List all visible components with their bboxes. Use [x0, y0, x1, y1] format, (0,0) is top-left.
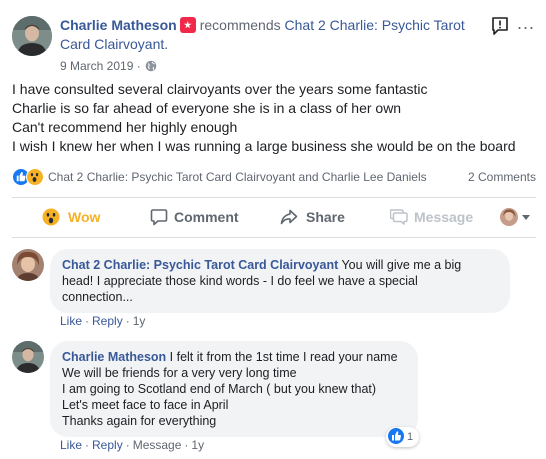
comment-item: Charlie Matheson I felt it from the 1st … — [12, 341, 536, 457]
comment-reaction-badge[interactable]: 1 — [386, 427, 420, 447]
comment-time[interactable]: 1y — [191, 438, 204, 452]
dot-separator: · — [85, 314, 90, 328]
comment-icon — [150, 209, 168, 226]
dot-separator: · — [125, 314, 130, 328]
commenter-avatar[interactable] — [12, 341, 44, 373]
post-date[interactable]: 9 March 2019 — [60, 59, 133, 73]
wow-reaction-button[interactable]: Wow — [42, 200, 122, 234]
comment-label: Comment — [174, 209, 239, 225]
post-header-text: Charlie Matheson recommends Chat 2 Charli… — [60, 16, 480, 54]
comments-count[interactable]: 2 Comments — [468, 166, 536, 188]
post-body: I have consulted several clairvoyants ov… — [12, 80, 536, 156]
post-body-line: I have consulted several clairvoyants ov… — [12, 81, 428, 97]
comment-actions: Like · Reply · Message · 1y — [60, 437, 204, 453]
post-meta: 9 March 2019 · — [60, 58, 157, 74]
comment-bubble: Charlie Matheson I felt it from the 1st … — [50, 341, 418, 437]
divider — [12, 237, 536, 238]
post-verb: recommends — [199, 17, 281, 33]
like-icon — [388, 428, 404, 444]
report-flag-icon[interactable] — [490, 16, 510, 36]
meta-separator: · — [136, 59, 141, 73]
comment-text: head! I appreciate those kind words - I … — [62, 274, 418, 288]
comment-reaction-count: 1 — [407, 431, 414, 443]
reaction-names[interactable]: Chat 2 Charlie: Psychic Tarot Card Clair… — [48, 166, 427, 188]
comment-text: connection... — [62, 290, 133, 304]
post-body-line: I wish I knew her when I was running a l… — [12, 138, 516, 154]
dot-separator: · — [184, 438, 189, 452]
post-header: Charlie Matheson recommends Chat 2 Charli… — [12, 12, 536, 76]
post-body-line: Charlie is so far ahead of everyone she … — [12, 100, 402, 116]
author-avatar[interactable] — [12, 16, 52, 56]
comment-text: We will be friends for a very very long … — [62, 366, 297, 380]
message-button[interactable]: Message — [390, 200, 490, 234]
wow-label: Wow — [68, 209, 101, 225]
comment-like-link[interactable]: Like — [60, 314, 82, 328]
share-icon — [280, 209, 298, 225]
chevron-down-icon — [522, 215, 530, 220]
wow-icon — [42, 208, 60, 226]
comment-text: Thanks again for everything — [62, 414, 217, 428]
recommend-icon — [179, 17, 196, 33]
divider — [12, 197, 536, 198]
globe-icon[interactable] — [145, 60, 157, 72]
comment-text: You will give me a big — [338, 258, 462, 272]
post-body-line: Can't recommend her highly enough — [12, 119, 238, 135]
comment-bubble: Chat 2 Charlie: Psychic Tarot Card Clair… — [50, 249, 510, 313]
reaction-icons[interactable] — [12, 168, 46, 186]
post-author-name[interactable]: Charlie Matheson — [60, 17, 177, 33]
comment-text: I felt it from the 1st time I read your … — [166, 350, 398, 364]
more-options-icon[interactable]: ... — [516, 14, 536, 36]
comment-reply-link[interactable]: Reply — [92, 438, 123, 452]
message-icon — [390, 209, 408, 225]
comment-author-name[interactable]: Charlie Matheson — [62, 350, 166, 364]
post-action-bar: Wow Comment Share Message — [12, 200, 536, 234]
comment-like-link[interactable]: Like — [60, 438, 82, 452]
comment-button[interactable]: Comment — [150, 200, 250, 234]
comment-time[interactable]: 1y — [133, 314, 146, 328]
reaction-selector-button[interactable] — [500, 200, 536, 234]
dot-separator: · — [125, 438, 130, 452]
viewer-avatar-icon — [500, 208, 518, 226]
comment-actions: Like · Reply · 1y — [60, 313, 145, 329]
share-label: Share — [306, 209, 345, 225]
wow-icon — [26, 168, 44, 186]
comment-item: Chat 2 Charlie: Psychic Tarot Card Clair… — [12, 249, 536, 331]
share-button[interactable]: Share — [280, 200, 360, 234]
comment-text: I am going to Scotland end of March ( bu… — [62, 382, 377, 396]
message-label: Message — [414, 209, 474, 225]
comment-message-link[interactable]: Message — [133, 438, 182, 452]
commenter-avatar[interactable] — [12, 249, 44, 281]
comment-text: Let's meet face to face in April — [62, 398, 229, 412]
comment-reply-link[interactable]: Reply — [92, 314, 123, 328]
reactions-summary: Chat 2 Charlie: Psychic Tarot Card Clair… — [12, 166, 536, 188]
comment-author-name[interactable]: Chat 2 Charlie: Psychic Tarot Card Clair… — [62, 258, 338, 272]
dot-separator: · — [85, 438, 90, 452]
